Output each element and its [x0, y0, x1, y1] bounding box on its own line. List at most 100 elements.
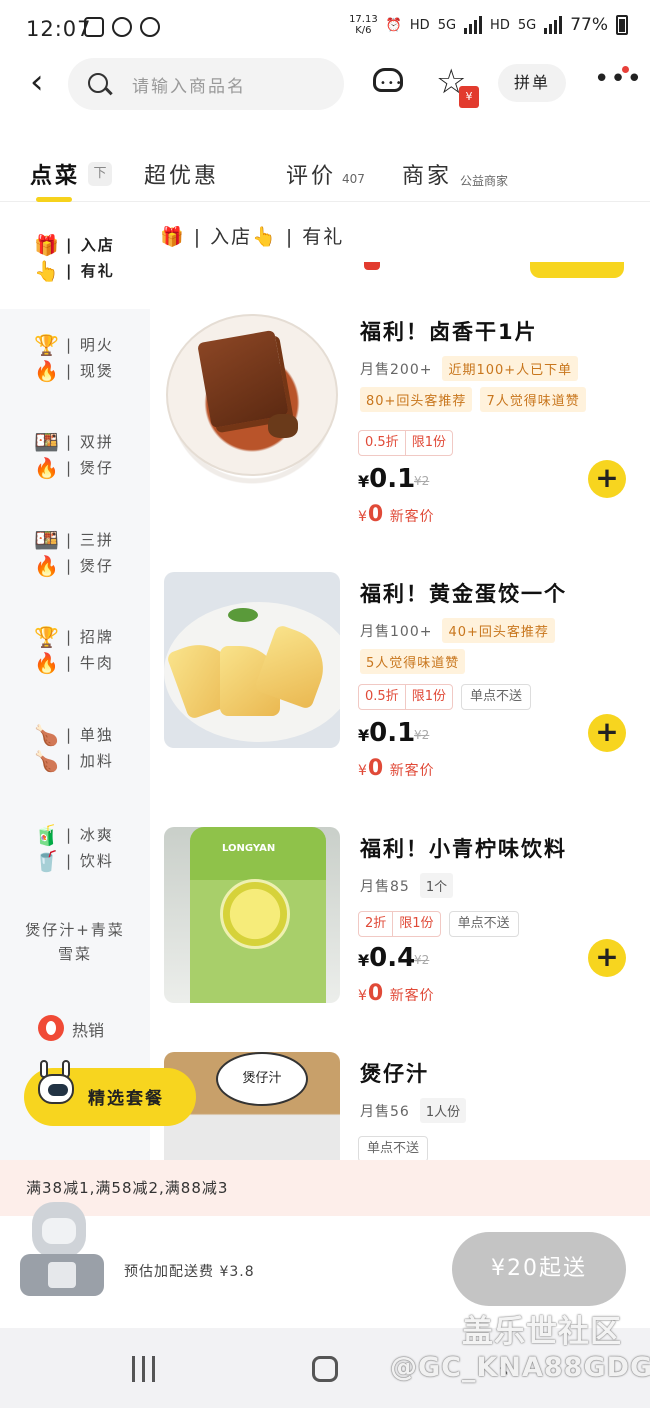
status-date-bottom: K/6	[355, 25, 372, 36]
herb-garnish-shape	[228, 608, 258, 622]
no-single-delivery-tag: 单点不送	[460, 684, 531, 710]
customer-service-icon[interactable]: •••	[370, 64, 406, 100]
new-price-value: 0	[367, 502, 385, 527]
sidebar-label-line2: | 饮料	[66, 852, 114, 870]
product-tag: 5人觉得味道赞	[360, 649, 466, 674]
checkout-button[interactable]: ¥20起送	[452, 1232, 626, 1306]
sidebar-label-line1: | 三拼	[66, 531, 114, 549]
watermark-handle: @GC_KNA88GDG	[390, 1352, 650, 1383]
review-count: 407	[342, 172, 365, 186]
product-card[interactable]: 福利！黄金蛋饺一个 月售100+ 40+回头客推荐 5人觉得味道赞 0.5折 限…	[150, 572, 650, 802]
group-order-button[interactable]: 拼单	[498, 64, 566, 102]
monthly-sales: 月售85	[360, 878, 410, 895]
monthly-sales: 月售200+	[360, 361, 433, 378]
pointing-hand-icon: 👆	[34, 259, 59, 283]
sidebar-item-signature-beef[interactable]: 🏆 🔥 | 招牌 | 牛肉	[0, 615, 150, 695]
product-image-egg-dumpling[interactable]	[164, 572, 340, 748]
battery-percent: 77%	[570, 15, 608, 35]
robot-face	[42, 1218, 76, 1244]
sidebar-item-gift[interactable]: 🎁 👆 | 入店 | 有礼	[0, 223, 150, 303]
product-image-tofu[interactable]	[164, 310, 340, 486]
new-customer-price: ¥0 新客价	[358, 981, 435, 1006]
discount-text: 满38减1,满58减2,满88减3	[26, 1179, 229, 1197]
unit-tag: 1个	[419, 873, 454, 898]
home-icon[interactable]	[312, 1356, 338, 1382]
combo-meal-label: 精选套餐	[88, 1089, 164, 1109]
robot-head	[38, 1074, 74, 1104]
price-value: 0.1	[369, 718, 416, 748]
gift-icon: 🎁	[34, 233, 59, 257]
battery-icon	[616, 15, 628, 35]
product-card[interactable]: 福利！卤香干1片 月售200+ 近期100+人已下单 80+回头客推荐 7人觉得…	[150, 310, 650, 540]
speech-bubble-label: 煲仔汁	[216, 1052, 308, 1106]
sidebar-label-line2: | 有礼	[66, 262, 115, 280]
bento-icon: 🍱	[34, 430, 59, 454]
tab-reviews[interactable]: 评价	[286, 158, 336, 190]
product-tag: 80+回头客推荐	[360, 387, 473, 412]
sidebar-item-add-on[interactable]: 🍗 🍗 | 单独 | 加料	[0, 713, 150, 793]
add-to-cart-button[interactable]: +	[588, 939, 626, 977]
tab-merchant[interactable]: 商家	[402, 158, 452, 190]
purchase-limit: 限1份	[392, 912, 439, 936]
fire-icon: 🔥	[34, 554, 59, 578]
star-anise-shape	[268, 414, 298, 438]
new-customer-price: ¥0 新客价	[358, 756, 435, 781]
original-price: ¥2	[414, 728, 430, 742]
drink-brand-label: LONGYAN	[222, 843, 276, 854]
product-image-lime-drink[interactable]: LONGYAN	[164, 827, 340, 1003]
current-price: ¥0.1	[358, 464, 415, 494]
category-sidebar: 🎁 👆 | 入店 | 有礼 🏆 🔥 | 明火 | 现煲 🍱 🔥 | 双拼 | 煲…	[0, 203, 150, 1163]
add-to-cart-button[interactable]: +	[588, 460, 626, 498]
no-single-delivery-tag: 单点不送	[448, 911, 519, 937]
new-price-value: 0	[367, 756, 385, 781]
original-price: ¥2	[414, 953, 430, 967]
monthly-sales: 月售56	[360, 1103, 410, 1120]
add-to-cart-button[interactable]: +	[588, 714, 626, 752]
watermark-community: 盖乐世社区	[462, 1314, 622, 1350]
product-card[interactable]: LONGYAN 福利！小青柠味饮料 月售85 1个 2折 限1份 单点不送 ¥0…	[150, 827, 650, 1057]
status-notification-icons	[84, 17, 160, 37]
status-right: 17.13 K/6 ⏰ HD 5G HD 5G 77%	[349, 14, 628, 36]
discount-badge: 0.5折 限1份	[358, 430, 453, 456]
tab-order[interactable]: 点菜	[30, 158, 80, 190]
new-price-label: 新客价	[389, 763, 435, 779]
search-input[interactable]: 请输入商品名	[68, 58, 344, 110]
cart-robot-icon[interactable]	[18, 1202, 104, 1312]
status-bar: 12:07 17.13 K/6 ⏰ HD 5G HD 5G 77%	[0, 0, 650, 60]
product-stats: 月售85 1个	[360, 873, 640, 898]
cup-icon: 🥤	[34, 849, 59, 873]
hd-label-2: HD	[490, 17, 510, 33]
signal-icon-2	[544, 16, 563, 34]
sidebar-label-line2: | 现煲	[66, 362, 114, 380]
merchant-subtitle: 公益商家	[460, 174, 509, 188]
new-price-symbol: ¥	[358, 509, 368, 525]
chat-dots: •••	[380, 78, 404, 89]
tab-deals[interactable]: 超优惠	[144, 158, 219, 190]
purchase-limit: 限1份	[404, 431, 452, 455]
sidebar-item-fresh-pot[interactable]: 🏆 🔥 | 明火 | 现煲	[0, 323, 150, 403]
sidebar-item-double-pot[interactable]: 🍱 🔥 | 双拼 | 煲仔	[0, 420, 150, 500]
signal-icon	[464, 16, 483, 34]
fold-toggle-icon[interactable]: 下	[88, 162, 112, 186]
product-tag: 7人觉得味道赞	[480, 387, 586, 412]
gallery-icon	[84, 17, 104, 37]
discount-rate: 0.5折	[365, 689, 399, 704]
sidebar-item-triple-pot[interactable]: 🍱 🔥 | 三拼 | 煲仔	[0, 518, 150, 598]
juice-box-icon: 🧃	[34, 823, 59, 847]
tofu-shape	[197, 329, 289, 429]
fire-icon: 🔥	[34, 456, 59, 480]
robot-laptop	[48, 1262, 76, 1288]
promo-row: 单点不送	[358, 1136, 429, 1160]
sidebar-item-sauce-greens[interactable]: 煲仔汁+青菜雪菜	[18, 918, 132, 966]
fire-icon: 🔥	[34, 651, 59, 675]
price-value: 0.1	[369, 464, 416, 494]
recent-apps-icon[interactable]	[130, 1356, 158, 1382]
trophy-icon: 🏆	[34, 625, 59, 649]
status-date-top: 17.13	[349, 14, 378, 25]
back-arrow-icon[interactable]: ‹	[30, 65, 58, 102]
current-price: ¥0.1	[358, 718, 415, 748]
discount-badge: 0.5折 限1份	[358, 684, 453, 710]
sidebar-item-hot[interactable]: 热销	[72, 1017, 104, 1041]
combo-meal-button[interactable]: 精选套餐	[24, 1060, 196, 1126]
sidebar-item-drinks[interactable]: 🧃 🥤 | 冰爽 | 饮料	[0, 813, 150, 893]
